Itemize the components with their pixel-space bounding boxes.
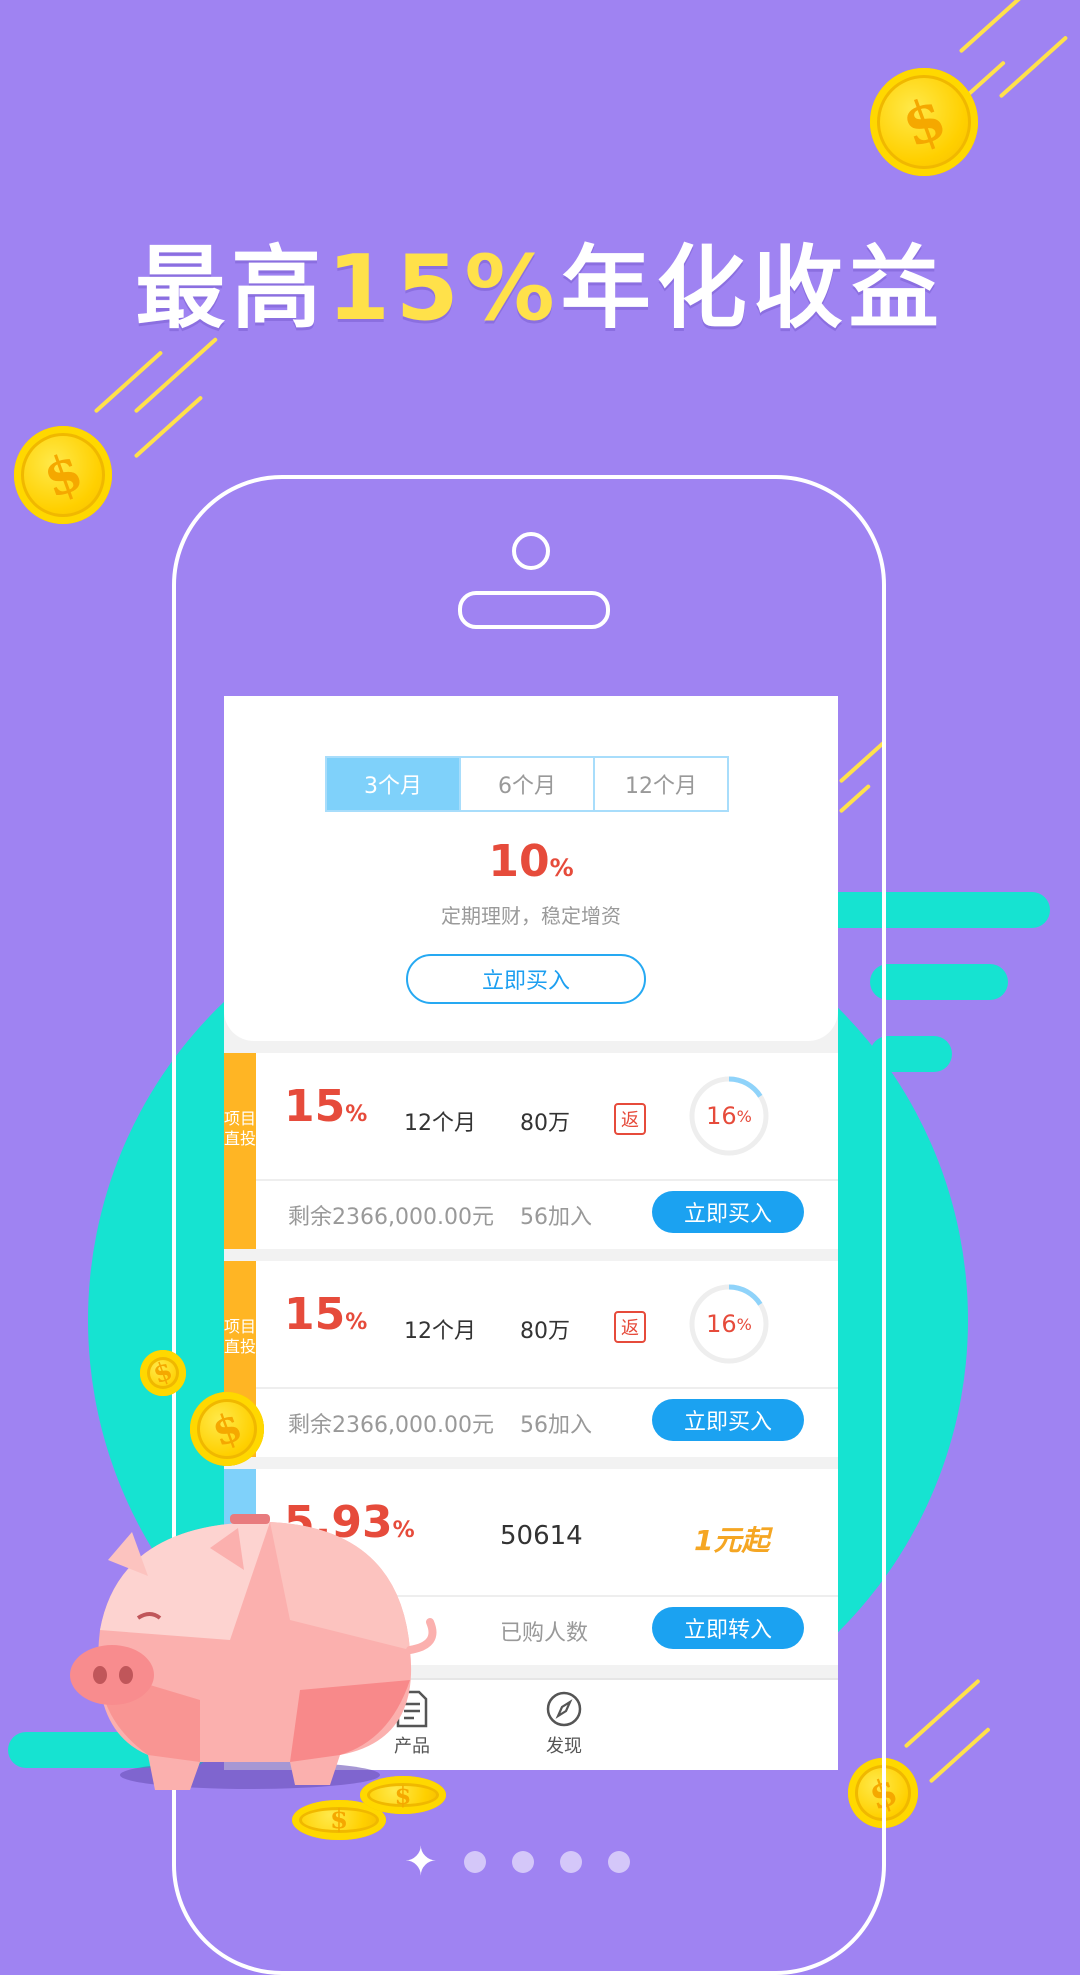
phone-camera: [512, 532, 550, 570]
product-rate: 15%: [284, 1289, 367, 1340]
nav-discover-label: 发现: [546, 1736, 582, 1757]
product-amount: 80万: [520, 1319, 570, 1344]
product-rate-unit: %: [345, 1310, 368, 1335]
headline-prefix: 最高: [135, 236, 328, 341]
coin-icon: $: [190, 1392, 264, 1466]
nav-discover[interactable]: 发现: [524, 1690, 604, 1758]
progress-label: 16%: [688, 1075, 770, 1157]
divider: [256, 1179, 838, 1181]
phone-speaker: [458, 591, 610, 629]
product-remaining: 剩余2366,000.00元: [288, 1205, 494, 1230]
buy-button[interactable]: 立即买入: [652, 1191, 804, 1233]
buy-button[interactable]: 立即买入: [652, 1399, 804, 1441]
product-joined: 56加入: [520, 1413, 592, 1438]
rebate-badge: 返: [614, 1103, 646, 1135]
featured-buy-button[interactable]: 立即买入: [406, 954, 646, 1004]
progress-value: 16: [706, 1310, 737, 1338]
tab-6-months[interactable]: 6个月: [461, 758, 595, 810]
product-joined: 56加入: [520, 1205, 592, 1230]
product-term: 12个月: [404, 1319, 476, 1344]
transfer-button[interactable]: 立即转入: [652, 1607, 804, 1649]
streak-line: [958, 0, 1029, 54]
featured-card: 3个月 6个月 12个月 10% 定期理财，稳定增资 立即买入: [224, 696, 838, 1041]
product-amount: 80万: [520, 1111, 570, 1136]
coin-icon: $: [14, 426, 112, 524]
product-remaining: 剩余2366,000.00元: [288, 1413, 494, 1438]
tab-12-months[interactable]: 12个月: [595, 758, 727, 810]
fund-buyers-label: 已购人数: [500, 1621, 589, 1646]
coin-icon: $: [360, 1776, 446, 1814]
page-dot[interactable]: [559, 1851, 582, 1873]
coin-icon: $: [140, 1350, 186, 1396]
term-tabs: 3个月 6个月 12个月: [325, 756, 729, 812]
coin-icon: $: [870, 68, 978, 176]
product-tag: 项目直投: [224, 1053, 256, 1249]
tab-3-months[interactable]: 3个月: [327, 758, 461, 810]
progress-value: 16: [706, 1102, 737, 1130]
progress-unit: %: [736, 1314, 752, 1334]
product-rate: 15%: [284, 1081, 367, 1132]
featured-rate-value: 10: [488, 836, 550, 887]
progress-label: 16%: [688, 1283, 770, 1365]
promo-headline: 最高15%年化收益: [0, 215, 1080, 345]
product-card[interactable]: 项目直投 15% 12个月 80万 返 16% 剩余2366,000.00元 5…: [224, 1053, 838, 1249]
compass-icon: [546, 1691, 582, 1727]
streak-line: [133, 336, 219, 414]
page-dot[interactable]: [511, 1851, 534, 1873]
rebate-badge: 返: [614, 1311, 646, 1343]
page-dot[interactable]: [463, 1851, 486, 1873]
progress-unit: %: [736, 1106, 752, 1126]
fund-buyer-count: 50614: [500, 1521, 583, 1551]
fund-min-amount: 1元起: [694, 1524, 770, 1557]
teal-bar-shape: [870, 964, 1008, 1000]
streak-line: [93, 350, 164, 414]
streak-line: [903, 1678, 981, 1749]
headline-highlight: 15%: [327, 236, 561, 341]
streak-line: [928, 1726, 991, 1784]
current-page-star-icon[interactable]: ✦: [404, 1842, 438, 1882]
product-term: 12个月: [404, 1111, 476, 1136]
page-indicator: ✦: [404, 1842, 630, 1882]
divider: [256, 1387, 838, 1389]
featured-rate: 10%: [224, 836, 838, 887]
streak-line: [998, 35, 1069, 99]
headline-suffix: 年化收益: [560, 236, 945, 341]
product-rate-unit: %: [345, 1102, 368, 1127]
product-rate-value: 15: [284, 1081, 346, 1132]
product-rate-value: 15: [284, 1289, 346, 1340]
piggy-bank-illustration: [70, 1514, 437, 1790]
product-card[interactable]: 项目直投 15% 12个月 80万 返 16% 剩余2366,000.00元 5…: [224, 1261, 838, 1457]
featured-description: 定期理财，稳定增资: [441, 904, 621, 928]
featured-rate-unit: %: [549, 854, 574, 882]
page-dot[interactable]: [607, 1851, 630, 1873]
